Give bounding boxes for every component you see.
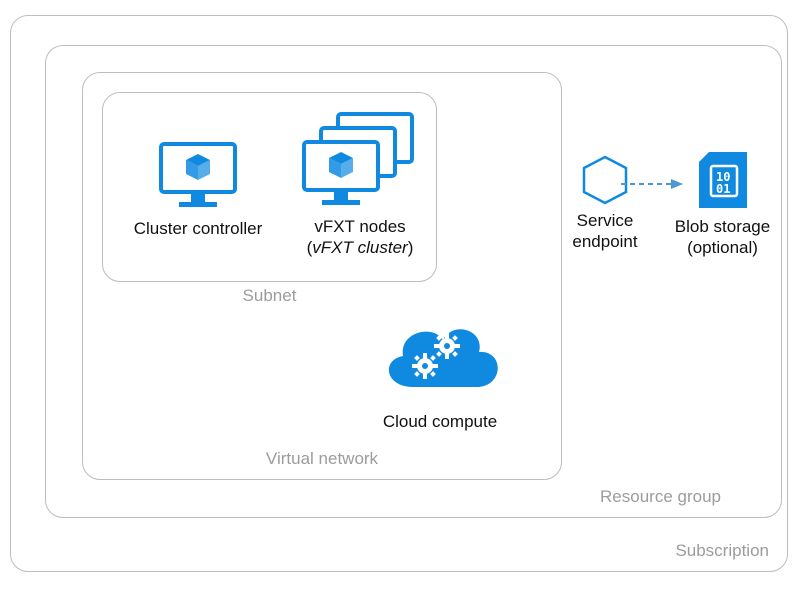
monitors-stack-icon: [300, 110, 420, 210]
cluster-controller-label: Cluster controller: [118, 218, 278, 239]
blob-storage-label: Blob storage (optional): [665, 216, 780, 259]
blob-line1: Blob storage: [675, 217, 770, 236]
virtual-network-label: Virtual network: [266, 449, 378, 469]
cloud-compute-item: Cloud compute: [350, 312, 530, 432]
svg-text:01: 01: [716, 182, 730, 196]
cloud-gears-icon: [375, 312, 505, 407]
vfxt-nodes-label: vFXT nodes (vFXT cluster): [285, 216, 435, 259]
service-endpoint-item: Service endpoint: [555, 154, 655, 253]
cloud-compute-label: Cloud compute: [350, 411, 530, 432]
subnet-label: Subnet: [243, 286, 297, 306]
blob-storage-item: 10 01 Blob storage (optional): [665, 148, 780, 259]
vfxt-line1: vFXT nodes: [314, 217, 405, 236]
service-endpoint-label: Service endpoint: [555, 210, 655, 253]
cluster-controller-item: Cluster controller: [118, 140, 278, 239]
vfxt-nodes-item: vFXT nodes (vFXT cluster): [285, 110, 435, 259]
hexagon-icon: [579, 154, 631, 206]
blob-storage-icon: 10 01: [691, 148, 755, 212]
vfxt-italic: vFXT cluster: [312, 238, 407, 257]
blob-line2: (optional): [687, 238, 758, 257]
vfxt-paren-close: ): [408, 238, 414, 257]
monitor-icon: [157, 140, 239, 210]
endpoint-line1: Service: [577, 211, 634, 230]
resource-group-label: Resource group: [600, 487, 721, 507]
subscription-label: Subscription: [675, 541, 769, 561]
endpoint-line2: endpoint: [572, 232, 637, 251]
